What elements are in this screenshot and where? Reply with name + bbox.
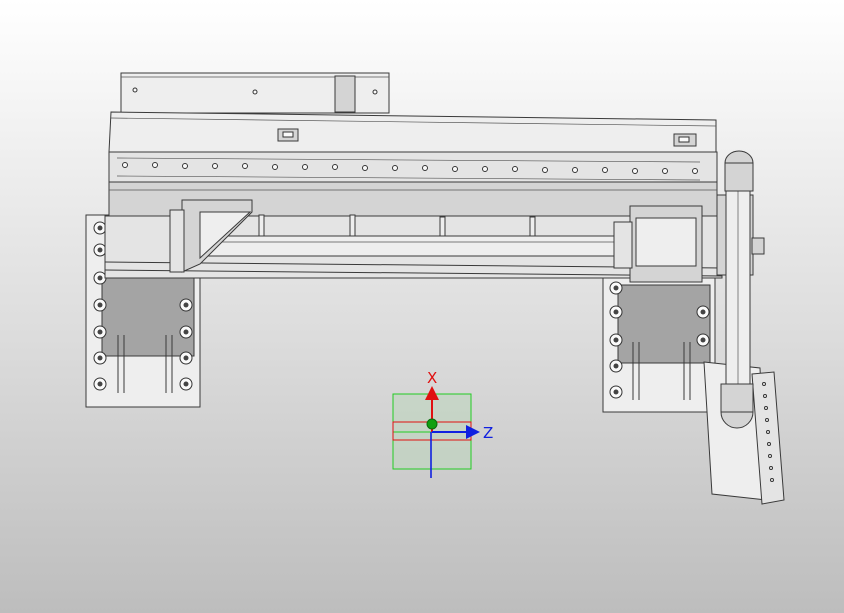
cad-viewport[interactable]: X Z (0, 0, 844, 613)
latch-right (673, 133, 697, 147)
z-axis-label: Z (483, 424, 493, 442)
bolt (93, 271, 107, 285)
bolt (93, 298, 107, 312)
bolt (609, 359, 623, 373)
shaft[interactable] (197, 235, 615, 257)
top-left-plate[interactable] (120, 72, 390, 114)
bolt (609, 333, 623, 347)
arm-top-joint (724, 150, 754, 192)
arm-bottom-joint (720, 383, 754, 429)
x-axis-label: X (427, 369, 437, 387)
latch-left (277, 128, 299, 142)
bolt (179, 298, 193, 312)
coordinate-triad[interactable]: X Z (392, 369, 493, 478)
bolt (609, 385, 623, 399)
bolt (696, 333, 710, 347)
bolt (93, 221, 107, 235)
bolt (93, 351, 107, 365)
bolt (93, 325, 107, 339)
triad-origin (426, 418, 438, 430)
bolt (609, 305, 623, 319)
bolt (179, 351, 193, 365)
bolt (93, 243, 107, 257)
bolt (609, 281, 623, 295)
assembly-model[interactable]: X Z (0, 0, 844, 613)
bolt (179, 325, 193, 339)
bolt (179, 377, 193, 391)
bolt (696, 305, 710, 319)
bolt (93, 377, 107, 391)
